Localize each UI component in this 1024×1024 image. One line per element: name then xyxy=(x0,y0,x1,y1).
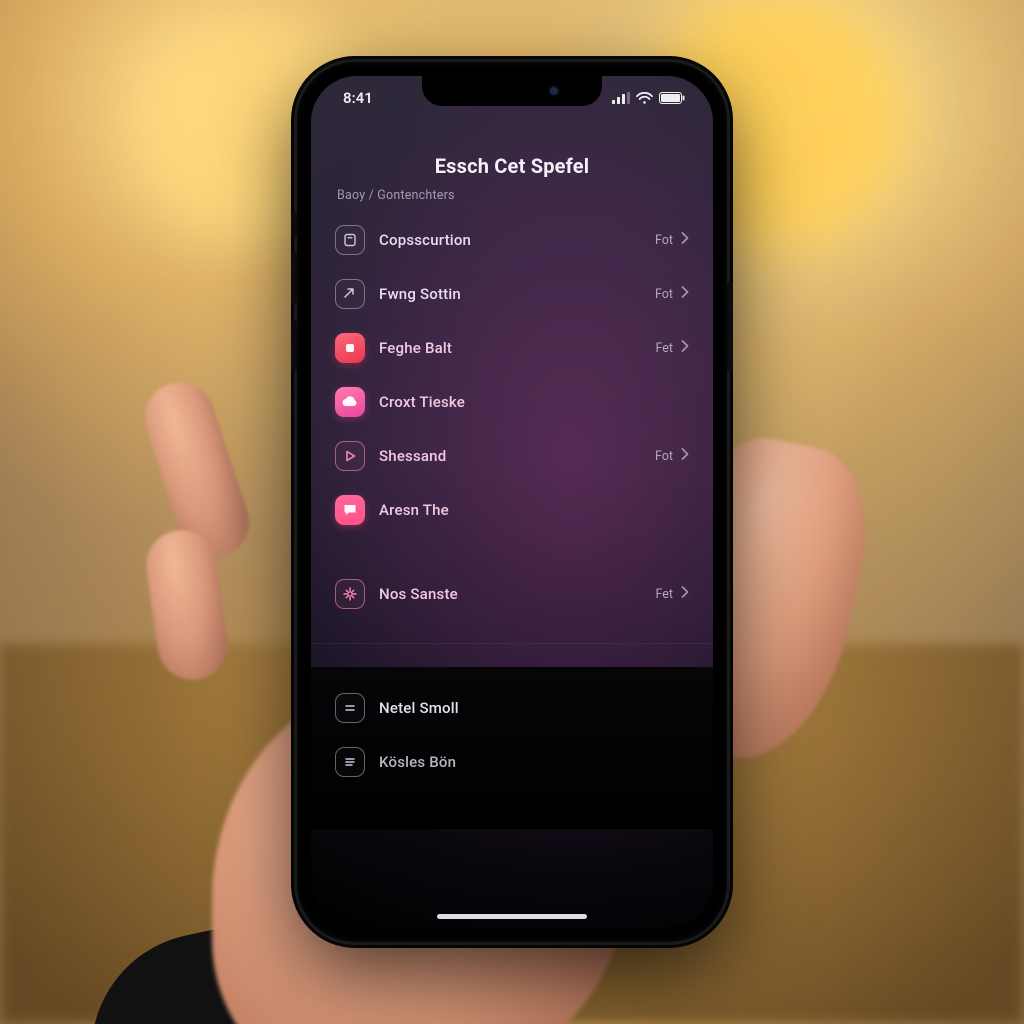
chevron-right-icon xyxy=(681,232,689,248)
row-label: Shessand xyxy=(379,447,641,465)
power-button[interactable] xyxy=(727,282,733,372)
home-indicator[interactable] xyxy=(437,914,587,919)
row-label: Croxt Tieske xyxy=(379,393,675,411)
bottom-section: Netel Smoll Kösles Bön xyxy=(311,667,713,829)
row-label: Fwng Sottin xyxy=(379,285,641,303)
mute-switch[interactable] xyxy=(291,212,297,238)
cloud-icon xyxy=(335,387,365,417)
row-label: Nos Sanste xyxy=(379,585,642,603)
notch xyxy=(422,76,602,106)
row-croxt-tieske[interactable]: Croxt Tieske xyxy=(333,375,691,429)
battery-icon xyxy=(659,92,685,104)
row-fwng-sottin[interactable]: Fwng Sottin Fot xyxy=(333,267,691,321)
volume-up-button[interactable] xyxy=(291,252,297,304)
row-trailing: Fet xyxy=(656,587,674,602)
chevron-right-icon xyxy=(681,586,689,602)
row-kosles-bon[interactable]: Kösles Bön xyxy=(333,735,691,789)
row-label: Feghe Balt xyxy=(379,339,642,357)
row-netel-smoll[interactable]: Netel Smoll xyxy=(333,681,691,735)
screen: 8:41 Essch Cet Spefel Baoy / Gontenchter… xyxy=(311,76,713,928)
settings-list: Copsscurtion Fot Fwng Sottin Fot xyxy=(333,213,691,829)
row-trailing: Fot xyxy=(655,233,673,248)
row-trailing: Fet xyxy=(656,341,674,356)
row-nos-sanste[interactable]: Nos Sanste Fet xyxy=(333,567,691,621)
status-time: 8:41 xyxy=(343,89,373,107)
chevron-right-icon xyxy=(681,286,689,302)
row-label: Copsscurtion xyxy=(379,231,641,249)
row-copsscurtion[interactable]: Copsscurtion Fot xyxy=(333,213,691,267)
row-trailing: Fot xyxy=(655,287,673,302)
cellular-icon xyxy=(612,92,630,104)
wifi-icon xyxy=(636,92,653,104)
spark-icon xyxy=(335,579,365,609)
phone-frame: 8:41 Essch Cet Spefel Baoy / Gontenchter… xyxy=(297,62,727,942)
chat-icon xyxy=(335,495,365,525)
play-icon xyxy=(335,441,365,471)
row-feghe-balt[interactable]: Feghe Balt Fet xyxy=(333,321,691,375)
square-icon xyxy=(335,333,365,363)
list-icon xyxy=(335,747,365,777)
arrow-icon xyxy=(335,279,365,309)
row-label: Netel Smoll xyxy=(379,699,689,717)
chevron-right-icon xyxy=(681,340,689,356)
content: Essch Cet Spefel Baoy / Gontenchters Cop… xyxy=(311,134,713,928)
doc-icon xyxy=(335,693,365,723)
row-label: Kösles Bön xyxy=(379,753,689,771)
row-aresn-the[interactable]: Aresn The xyxy=(333,483,691,537)
card-icon xyxy=(335,225,365,255)
row-shessand[interactable]: Shessand Fot xyxy=(333,429,691,483)
chevron-right-icon xyxy=(681,448,689,464)
row-label: Aresn The xyxy=(379,501,675,519)
page-title: Essch Cet Spefel xyxy=(333,154,691,178)
row-trailing: Fot xyxy=(655,449,673,464)
section-header: Baoy / Gontenchters xyxy=(337,188,691,203)
volume-down-button[interactable] xyxy=(291,320,297,372)
